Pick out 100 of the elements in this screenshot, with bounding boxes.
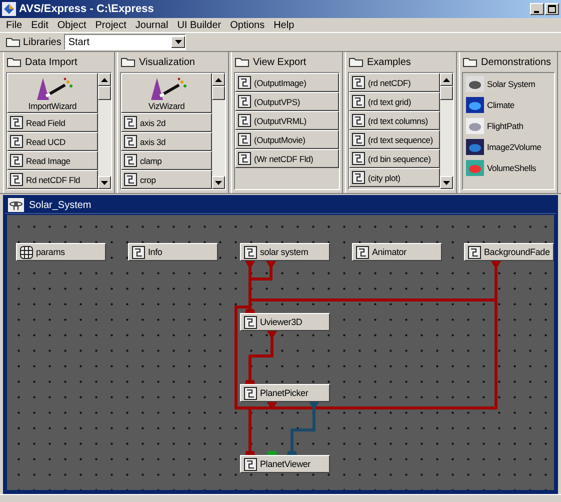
network-node[interactable]: BackgroundFade xyxy=(464,243,554,261)
scroll-thumb[interactable] xyxy=(98,86,111,100)
module-icon xyxy=(356,246,369,258)
module-item[interactable]: (rd text sequence) xyxy=(349,130,440,149)
scroll-up-arrow-icon[interactable] xyxy=(101,78,108,82)
module-item[interactable]: (OutputImage) xyxy=(235,73,339,92)
module-icon xyxy=(244,246,257,258)
module-item[interactable]: Read Image xyxy=(7,151,98,170)
scrollbar[interactable] xyxy=(440,73,453,189)
module-icon xyxy=(238,152,251,165)
module-icon xyxy=(468,246,481,258)
module-icon xyxy=(352,95,365,108)
module-item[interactable]: (OutputVPS) xyxy=(235,92,339,111)
demo-thumbnail-icon xyxy=(466,96,484,112)
module-icon xyxy=(352,152,365,165)
scroll-down-arrow-icon[interactable] xyxy=(443,180,450,184)
folder-icon xyxy=(6,37,20,47)
demo-thumbnail-icon xyxy=(466,160,484,176)
module-item[interactable]: Rd netCDF Fld xyxy=(7,170,98,189)
scroll-up-arrow-icon[interactable] xyxy=(443,78,450,82)
scrollbar[interactable] xyxy=(98,73,111,189)
module-item[interactable]: (rd bin sequence) xyxy=(349,149,440,168)
minimize-button[interactable] xyxy=(530,3,544,15)
window-title: AVS/Express - C:\Express xyxy=(19,3,154,15)
module-icon xyxy=(238,133,251,146)
wizard-item[interactable]: VizWizard xyxy=(121,73,212,113)
panel-title: Visualization xyxy=(139,56,195,68)
menu-item[interactable]: Options xyxy=(230,20,265,30)
module-item[interactable]: (city plot) xyxy=(349,168,440,187)
demo-thumbnail-icon xyxy=(466,138,484,154)
module-icon xyxy=(244,458,257,470)
folder-icon xyxy=(349,57,363,67)
scroll-thumb[interactable] xyxy=(440,86,453,100)
panel-title: Demonstrations xyxy=(481,56,552,68)
menu-item[interactable]: Object xyxy=(57,20,86,30)
scrollbar[interactable] xyxy=(212,73,225,189)
module-item[interactable]: clamp xyxy=(121,151,212,170)
module-item[interactable]: crop xyxy=(121,170,212,189)
demo-thumbnail-icon xyxy=(466,118,484,134)
module-icon xyxy=(238,95,251,108)
panel-title: View Export xyxy=(253,56,306,68)
menu-item[interactable]: UI Builder xyxy=(177,20,222,30)
panel-title: Examples xyxy=(367,56,411,68)
folder-icon xyxy=(235,57,249,67)
module-icon xyxy=(132,246,145,258)
network-node[interactable]: solar system xyxy=(240,243,330,261)
module-item[interactable]: (OutputMovie) xyxy=(235,130,339,149)
dropdown-arrow-icon xyxy=(174,40,182,44)
scroll-down-arrow-icon[interactable] xyxy=(215,180,222,184)
network-node[interactable]: PlanetViewer xyxy=(240,455,330,473)
module-item[interactable]: (rd text columns) xyxy=(349,111,440,130)
module-icon xyxy=(10,135,23,148)
menu-item[interactable]: File xyxy=(6,20,22,30)
module-icon xyxy=(124,135,137,148)
libraries-label: Libraries xyxy=(23,36,62,48)
maximize-button[interactable] xyxy=(545,3,559,15)
network-node[interactable]: Animator xyxy=(352,243,442,261)
menu-item[interactable]: Project xyxy=(95,20,126,30)
module-icon xyxy=(244,386,257,400)
module-icon xyxy=(124,154,137,167)
menu-item[interactable]: Help xyxy=(274,20,294,30)
module-icon xyxy=(10,154,23,167)
network-node[interactable]: params xyxy=(16,243,106,261)
network-node[interactable]: Info xyxy=(128,243,218,261)
scroll-up-arrow-icon[interactable] xyxy=(215,78,222,82)
module-icon xyxy=(352,171,365,184)
scroll-down-arrow-icon[interactable] xyxy=(101,180,108,184)
panel-title: Data Import xyxy=(25,56,78,68)
folder-icon xyxy=(463,57,477,67)
module-item[interactable]: (rd netCDF) xyxy=(349,73,440,92)
network-title: Solar_System xyxy=(29,200,92,210)
menu-item[interactable]: Journal xyxy=(135,20,168,30)
module-icon xyxy=(352,114,365,127)
scroll-thumb[interactable] xyxy=(212,86,225,100)
module-icon xyxy=(238,76,251,89)
grid-icon xyxy=(20,246,33,258)
module-item[interactable]: axis 2d xyxy=(121,113,212,132)
app-icon xyxy=(2,2,16,16)
module-icon xyxy=(244,316,257,328)
module-item[interactable]: (Wr netCDF Fld) xyxy=(235,149,339,168)
module-item[interactable]: axis 3d xyxy=(121,132,212,151)
network-node[interactable]: PlanetPicker xyxy=(240,384,330,402)
module-icon xyxy=(124,116,137,129)
module-icon xyxy=(124,173,137,186)
module-icon xyxy=(352,76,365,89)
module-item[interactable]: Read Field xyxy=(7,113,98,132)
libraries-dropdown[interactable]: Start xyxy=(64,34,186,50)
wizard-item[interactable]: ImportWizard xyxy=(7,73,98,113)
module-item[interactable]: Read UCD xyxy=(7,132,98,151)
network-node[interactable]: Uviewer3D xyxy=(240,313,330,331)
folder-icon xyxy=(121,57,135,67)
demo-thumbnail-icon xyxy=(466,76,484,92)
module-icon xyxy=(352,133,365,146)
module-icon xyxy=(10,173,23,186)
solar-system-icon xyxy=(8,198,24,212)
menu-item[interactable]: Edit xyxy=(31,20,48,30)
module-item[interactable]: (rd text grid) xyxy=(349,92,440,111)
module-icon xyxy=(238,114,251,127)
module-item[interactable]: (OutputVRML) xyxy=(235,111,339,130)
folder-icon xyxy=(7,57,21,67)
